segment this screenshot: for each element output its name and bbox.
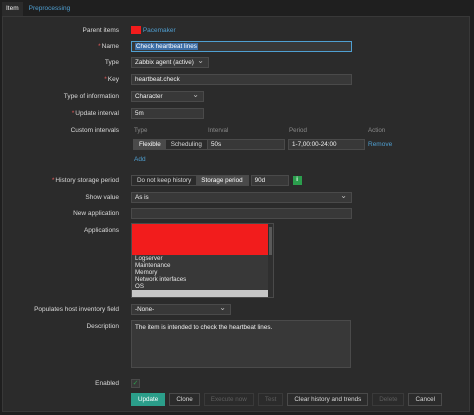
enabled-label: Enabled xyxy=(95,380,119,387)
info-icon[interactable]: i xyxy=(292,176,302,185)
application-option-selected[interactable] xyxy=(132,290,273,297)
application-option[interactable]: Memory xyxy=(132,269,273,276)
update-interval-label: Update interval xyxy=(75,110,119,117)
update-button[interactable]: Update xyxy=(131,393,166,406)
type-select[interactable]: Zabbix agent (active) xyxy=(131,57,209,68)
key-label: Key xyxy=(107,76,119,83)
item-form-panel: Parent items Pacemaker *Name Check heart… xyxy=(2,16,470,412)
interval-field[interactable]: 50s xyxy=(207,139,285,150)
col-interval: Interval xyxy=(208,127,229,134)
type-row: Type Zabbix agent (active) xyxy=(3,57,469,69)
name-label: Name xyxy=(101,43,119,50)
update-interval-field[interactable]: 5m xyxy=(131,108,204,119)
col-type: Type xyxy=(134,127,148,134)
type-of-information-select[interactable]: Character xyxy=(131,91,204,102)
do-not-keep-history-option[interactable]: Do not keep history xyxy=(132,176,196,185)
clone-button[interactable]: Clone xyxy=(169,393,200,406)
period-field[interactable]: 1-7,00:00-24:00 xyxy=(288,139,365,150)
interval-type-toggle: Flexible Scheduling xyxy=(133,139,208,150)
form-buttons: Update Clone Execute now Test Clear hist… xyxy=(131,393,443,406)
col-period: Period xyxy=(289,127,307,134)
tab-bar: Item Preprocessing xyxy=(2,2,74,16)
redacted-block xyxy=(131,26,141,35)
clear-history-button[interactable]: Clear history and trends xyxy=(287,393,369,406)
col-action: Action xyxy=(368,127,386,134)
history-storage-toggle: Do not keep history Storage period xyxy=(131,175,249,186)
enabled-row: Enabled ✓ xyxy=(3,378,469,390)
name-row: *Name Check heartbeat lines xyxy=(3,41,469,53)
redacted-block xyxy=(132,224,270,255)
name-field[interactable]: Check heartbeat lines xyxy=(131,41,352,52)
listbox-scrollbar[interactable] xyxy=(268,224,273,297)
inventory-field-label: Populates host inventory field xyxy=(34,306,119,313)
scheduling-option[interactable]: Scheduling xyxy=(166,140,207,149)
key-field[interactable]: heartbeat.check xyxy=(131,74,352,85)
history-storage-row: *History storage period Do not keep hist… xyxy=(3,175,469,187)
new-application-label: New application xyxy=(73,210,119,217)
application-option[interactable]: Logserver xyxy=(132,255,273,262)
applications-listbox[interactable]: Logserver Maintenance Memory Network int… xyxy=(131,223,274,298)
custom-intervals-table: Type Interval Period Action Flexible Sch… xyxy=(131,125,392,175)
history-storage-label: History storage period xyxy=(55,177,119,184)
key-row: *Key heartbeat.check xyxy=(3,74,469,86)
add-interval-link[interactable]: Add xyxy=(134,156,146,163)
delete-button[interactable]: Delete xyxy=(372,393,405,406)
type-of-information-row: Type of information Character xyxy=(3,91,469,103)
application-option[interactable]: OS xyxy=(132,283,273,290)
type-of-information-label: Type of information xyxy=(63,93,119,100)
tab-preprocessing[interactable]: Preprocessing xyxy=(25,2,75,16)
tab-item[interactable]: Item xyxy=(2,2,23,16)
update-interval-row: *Update interval 5m xyxy=(3,108,469,120)
description-textarea[interactable]: The item is intended to check the heartb… xyxy=(131,320,351,368)
inventory-field-row: Populates host inventory field -None- xyxy=(3,304,469,316)
type-label: Type xyxy=(104,59,119,66)
cancel-button[interactable]: Cancel xyxy=(408,393,443,406)
show-value-row: Show value As is xyxy=(3,192,469,204)
flexible-option[interactable]: Flexible xyxy=(134,140,166,149)
application-option[interactable]: Network interfaces xyxy=(132,276,273,283)
new-application-row: New application xyxy=(3,208,469,220)
parent-item-link[interactable]: Pacemaker xyxy=(143,27,176,34)
parent-items-label: Parent items xyxy=(82,27,120,34)
application-option[interactable]: Maintenance xyxy=(132,262,273,269)
enabled-checkbox[interactable]: ✓ xyxy=(131,379,140,388)
history-storage-field[interactable]: 90d xyxy=(250,175,289,186)
show-value-select[interactable]: As is xyxy=(131,192,352,203)
new-application-field[interactable] xyxy=(131,208,352,219)
inventory-field-select[interactable]: -None- xyxy=(131,304,231,315)
execute-now-button[interactable]: Execute now xyxy=(203,393,254,406)
parent-items-row: Parent items Pacemaker xyxy=(3,25,469,37)
remove-link[interactable]: Remove xyxy=(368,141,392,148)
custom-intervals-label: Custom intervals xyxy=(70,127,119,134)
test-button[interactable]: Test xyxy=(257,393,284,406)
description-label: Description xyxy=(86,323,119,330)
storage-period-option[interactable]: Storage period xyxy=(196,176,248,185)
applications-label: Applications xyxy=(83,227,119,234)
show-value-label: Show value xyxy=(85,194,119,201)
